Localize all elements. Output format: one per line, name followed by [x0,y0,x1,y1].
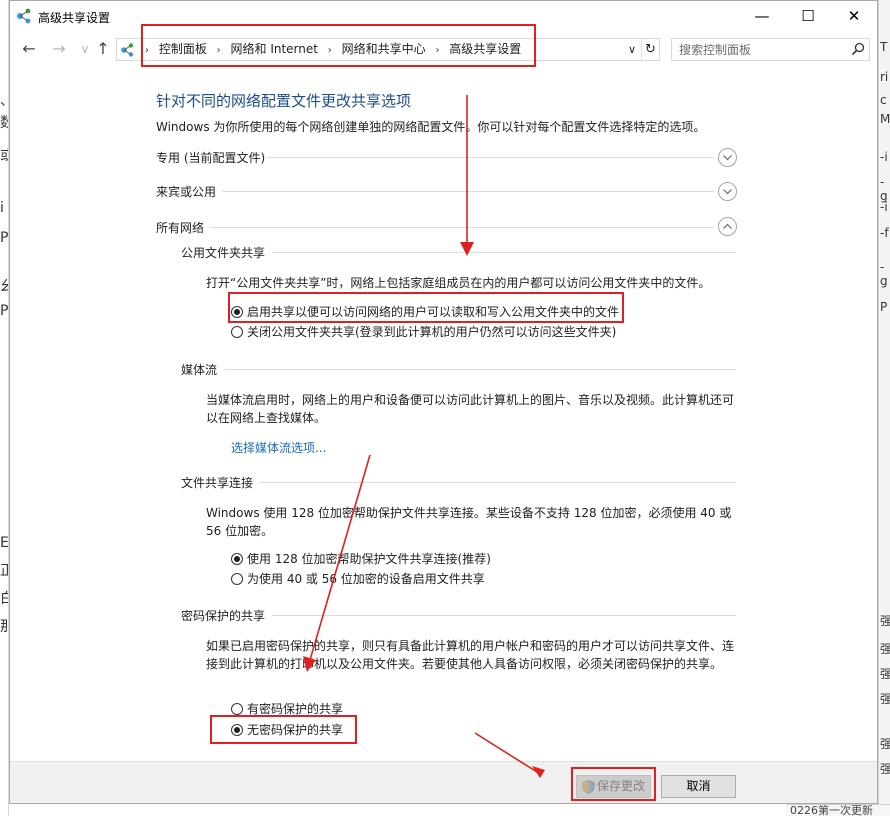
annotation-box-enable-sharing [228,292,624,323]
window-title: 高级共享设置 [38,11,111,25]
radio-button[interactable] [231,573,243,585]
section-title-file-sharing: 文件共享连接 [181,476,254,490]
address-dropdown-icon[interactable]: ∨ [625,39,639,60]
expand-chevron-down-icon[interactable] [718,182,737,201]
radio-label[interactable]: 关闭公用文件夹共享(登录到此计算机的用户仍然可以访问这些文件夹) [247,323,616,341]
bottom-button-bar: 保存更改 取消 [10,761,877,803]
search-input[interactable] [672,39,844,60]
background-window-right: T ri c M -i -g -i -f -g P 强 强 强 强 强 强 [878,0,890,816]
cancel-button[interactable]: 取消 [661,775,736,798]
annotation-box-address [141,24,536,67]
divider [272,252,736,253]
divider [225,369,736,370]
section-title-media-streaming: 媒体流 [181,363,218,377]
divider [260,482,736,483]
radio-button-checked[interactable] [231,553,243,565]
section-title-public-folder: 公用文件夹共享 [181,246,266,260]
control-panel-network-icon [121,43,134,57]
page-title: 针对不同的网络配置文件更改共享选项 [156,92,412,110]
maximize-button[interactable]: ☐ [785,1,831,32]
up-arrow-icon[interactable]: ↑ [92,38,114,60]
page-description: Windows 为你所使用的每个网络创建单独的网络配置文件。你可以针对每个配置文… [156,120,706,134]
background-taskbar-item: 0226第一次更新 [786,804,890,816]
profile-all-networks-label[interactable]: 所有网络 [156,219,204,236]
radio-button[interactable] [231,326,243,338]
password-sharing-description: 如果已启用密码保护的共享，则只有具备此计算机的用户帐户和密码的用户才可以访问共享… [206,639,735,671]
search-icon[interactable] [850,41,866,57]
forward-arrow-icon[interactable]: → [48,38,70,60]
refresh-icon[interactable]: ↻ [641,39,659,60]
profile-private-label[interactable]: 专用 (当前配置文件) [156,149,265,166]
search-box[interactable] [671,38,870,61]
collapse-chevron-up-icon[interactable] [718,217,737,236]
radio-button[interactable] [231,703,243,715]
divider [210,227,714,228]
main-content: 针对不同的网络配置文件更改共享选项 Windows 为你所使用的每个网络创建单独… [10,66,877,761]
background-item-label: 0226第一次更新 [790,804,873,816]
profile-guest-public-label[interactable]: 来宾或公用 [156,183,216,200]
divider [222,191,714,192]
close-button[interactable]: ✕ [831,1,877,32]
back-arrow-icon[interactable]: ← [18,38,40,60]
expand-chevron-down-icon[interactable] [718,148,737,167]
advanced-sharing-window: 高级共享设置 — ☐ ✕ ← → ∨ ↑ › 控制面板 › 网络和 Intern… [9,0,878,804]
radio-label[interactable]: 为使用 40 或 56 位加密的设备启用文件共享 [247,570,485,588]
file-sharing-description: Windows 使用 128 位加密帮助保护文件共享连接。某些设备不支持 128… [206,506,732,538]
background-window-left: 、 数 或 i P 幺 P E 正 白 那 [0,0,9,816]
media-streaming-description: 当媒体流启用时，网络上的用户和设备便可以访问此计算机上的图片、音乐以及视频。此计… [206,393,735,425]
network-icon [17,8,31,24]
radio-label[interactable]: 使用 128 位加密帮助保护文件共享连接(推荐) [247,550,491,568]
media-streaming-options-link[interactable]: 选择媒体流选项... [231,439,326,456]
annotation-box-no-password [210,715,357,744]
divider [272,615,736,616]
section-title-password-sharing: 密码保护的共享 [181,609,266,623]
annotation-box-save [571,767,656,801]
divider [268,157,714,158]
minimize-button[interactable]: — [739,1,785,32]
public-folder-description: 打开“公用文件夹共享”时，网络上包括家庭组成员在内的用户都可以访问公用文件夹中的… [206,276,711,290]
screen: 、 数 或 i P 幺 P E 正 白 那 T ri c M -i -g -i … [0,0,890,816]
